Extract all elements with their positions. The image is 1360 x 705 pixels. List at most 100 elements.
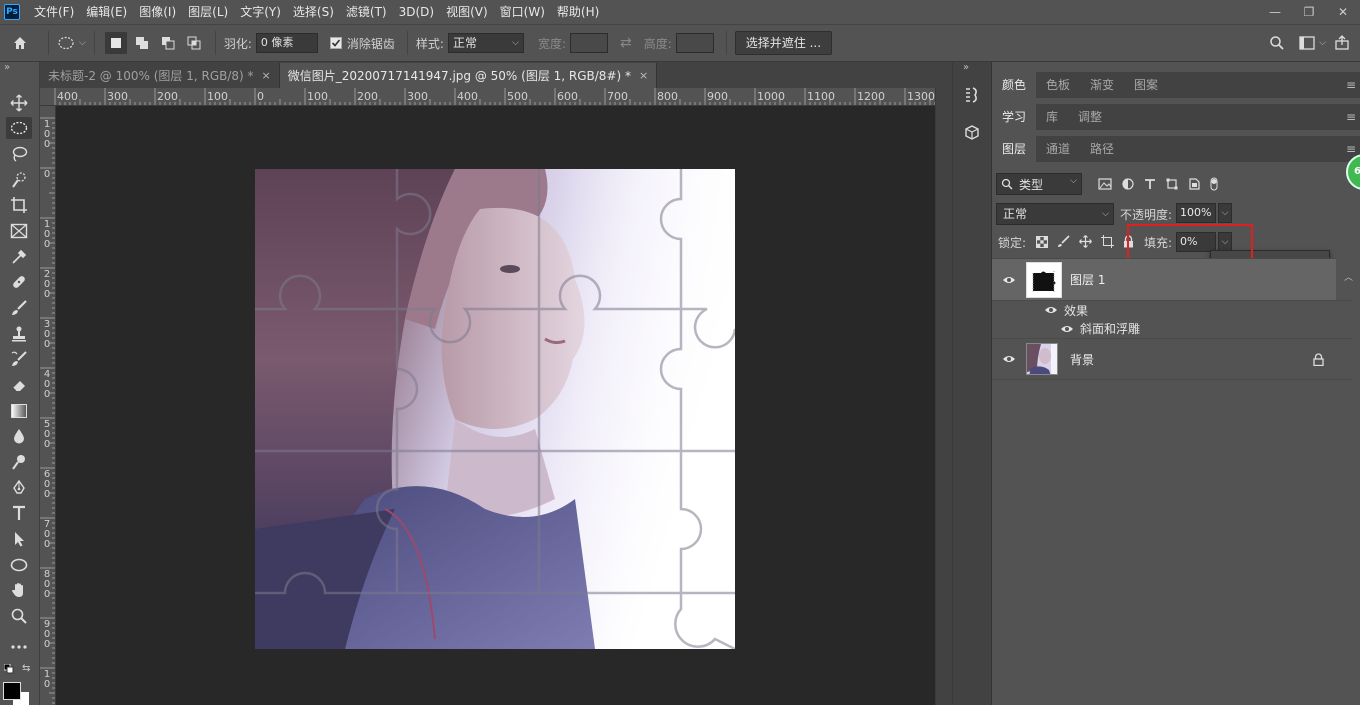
tab-channels[interactable]: 通道: [1036, 136, 1080, 162]
blur-tool[interactable]: [6, 425, 32, 447]
crop-tool[interactable]: [6, 194, 32, 216]
layer-effect-bevel-row[interactable]: 斜面和浮雕: [992, 319, 1352, 338]
history-brush-tool[interactable]: [6, 348, 32, 370]
tab-swatches[interactable]: 色板: [1036, 72, 1080, 98]
menu-file[interactable]: 文件(F): [28, 0, 80, 24]
lock-artboard-icon[interactable]: [1101, 235, 1114, 248]
smart-object-filter-icon[interactable]: [1188, 178, 1200, 190]
panel-menu-icon[interactable]: ≡: [1346, 78, 1356, 92]
workspace-icon[interactable]: [1299, 36, 1315, 50]
collapse-toolbar-icon[interactable]: »: [4, 62, 10, 73]
tab-paths[interactable]: 路径: [1080, 136, 1124, 162]
intersect-selection-button[interactable]: [183, 32, 205, 54]
share-icon[interactable]: [1334, 35, 1350, 51]
opacity-input[interactable]: 100%: [1176, 203, 1216, 223]
eyedropper-tool[interactable]: [6, 246, 32, 268]
layer-effects-row[interactable]: 效果: [992, 300, 1352, 319]
layer-name[interactable]: 图层 1: [1070, 271, 1105, 288]
lock-icon[interactable]: [1313, 352, 1324, 366]
home-button[interactable]: [0, 35, 40, 51]
menu-3d[interactable]: 3D(D): [393, 0, 440, 24]
tab-patterns[interactable]: 图案: [1124, 72, 1168, 98]
eye-icon[interactable]: [1002, 354, 1016, 364]
menu-type[interactable]: 文字(Y): [234, 0, 287, 24]
type-filter-icon[interactable]: [1144, 178, 1156, 190]
menu-view[interactable]: 视图(V): [440, 0, 494, 24]
search-icon[interactable]: [1269, 35, 1285, 51]
lock-transparent-icon[interactable]: [1036, 235, 1048, 248]
default-colors-icon[interactable]: [4, 664, 14, 674]
frame-tool[interactable]: [6, 220, 32, 242]
opacity-dropdown-button[interactable]: ⌵: [1218, 203, 1232, 223]
tab-wechat-image[interactable]: 微信图片_20200717141947.jpg @ 50% (图层 1, RGB…: [279, 63, 658, 88]
tab-adjustments[interactable]: 调整: [1068, 104, 1112, 130]
foreground-color-swatch[interactable]: [3, 682, 21, 700]
menu-filter[interactable]: 滤镜(T): [340, 0, 393, 24]
menu-edit[interactable]: 编辑(E): [80, 0, 133, 24]
style-select[interactable]: 正常 ⌵: [447, 33, 524, 53]
tab-gradients[interactable]: 渐变: [1080, 72, 1124, 98]
lasso-tool[interactable]: [6, 143, 32, 165]
vertical-scrollbar[interactable]: [935, 88, 952, 705]
select-and-mask-button[interactable]: 选择并遮住 ...: [734, 31, 833, 55]
pen-tool[interactable]: [6, 477, 32, 499]
layer-row-layer-1[interactable]: 图层 1 fx: [992, 258, 1352, 300]
chevron-down-icon[interactable]: ⌵: [1319, 38, 1326, 48]
tab-learn[interactable]: 学习: [992, 104, 1037, 130]
healing-brush-tool[interactable]: [6, 271, 32, 293]
move-tool[interactable]: [6, 92, 32, 114]
feather-input[interactable]: 0 像素: [255, 33, 318, 53]
lock-pixels-icon[interactable]: [1057, 235, 1070, 248]
filter-toggle-icon[interactable]: [1210, 177, 1218, 191]
3d-panel-button[interactable]: [963, 124, 981, 142]
width-input[interactable]: [569, 33, 608, 53]
restore-button[interactable]: ❐: [1292, 0, 1326, 24]
eye-icon[interactable]: [1044, 305, 1058, 315]
height-input[interactable]: [675, 33, 714, 53]
subtract-selection-button[interactable]: [157, 32, 179, 54]
swap-colors-icon[interactable]: ⇆: [22, 663, 30, 674]
menu-window[interactable]: 窗口(W): [494, 0, 551, 24]
eye-icon[interactable]: [1002, 275, 1016, 285]
gradient-tool[interactable]: [6, 400, 32, 422]
dodge-tool[interactable]: [6, 451, 32, 473]
zoom-tool[interactable]: [6, 605, 32, 627]
path-selection-tool[interactable]: [6, 528, 32, 550]
menu-image[interactable]: 图像(I): [133, 0, 182, 24]
adjustment-filter-icon[interactable]: [1122, 178, 1134, 190]
tab-layers[interactable]: 图层: [992, 136, 1037, 162]
menu-select[interactable]: 选择(S): [287, 0, 340, 24]
image-filter-icon[interactable]: [1098, 178, 1112, 190]
tool-preset-picker[interactable]: ⌵: [57, 36, 86, 50]
hand-tool[interactable]: [6, 579, 32, 601]
minimize-button[interactable]: —: [1258, 0, 1292, 24]
checkbox-checked-icon[interactable]: [329, 37, 342, 49]
close-tab-icon[interactable]: ×: [262, 69, 271, 82]
clone-stamp-tool[interactable]: [6, 323, 32, 345]
blend-mode-select[interactable]: 正常 ⌵: [996, 203, 1114, 225]
swap-icon[interactable]: ⇄: [620, 35, 632, 51]
more-tools-button[interactable]: [6, 636, 32, 658]
layer-row-background[interactable]: 背景: [992, 338, 1352, 380]
panel-menu-icon[interactable]: ≡: [1346, 110, 1356, 124]
add-selection-button[interactable]: [131, 32, 153, 54]
document-image-puzzle[interactable]: [255, 169, 735, 649]
close-button[interactable]: ✕: [1326, 0, 1360, 24]
elliptical-marquee-tool[interactable]: [6, 117, 32, 139]
type-tool[interactable]: [6, 502, 32, 524]
eraser-tool[interactable]: [6, 374, 32, 396]
panel-menu-icon[interactable]: ≡: [1346, 142, 1356, 156]
layer-fx-expand[interactable]: ︿: [1336, 258, 1360, 300]
ellipse-tool[interactable]: [6, 554, 32, 576]
tab-color[interactable]: 颜色: [992, 72, 1037, 98]
layer-name[interactable]: 背景: [1070, 351, 1094, 368]
collapse-dock-icon[interactable]: »: [963, 62, 969, 73]
lock-position-icon[interactable]: [1079, 235, 1092, 248]
tab-libraries[interactable]: 库: [1036, 104, 1068, 130]
eye-icon[interactable]: [1060, 324, 1074, 334]
layer-filter-select[interactable]: 类型 ⌵: [996, 173, 1082, 195]
quick-selection-tool[interactable]: [6, 169, 32, 191]
menu-help[interactable]: 帮助(H): [551, 0, 605, 24]
shape-filter-icon[interactable]: [1166, 178, 1178, 190]
properties-panel-button[interactable]: [963, 86, 981, 104]
